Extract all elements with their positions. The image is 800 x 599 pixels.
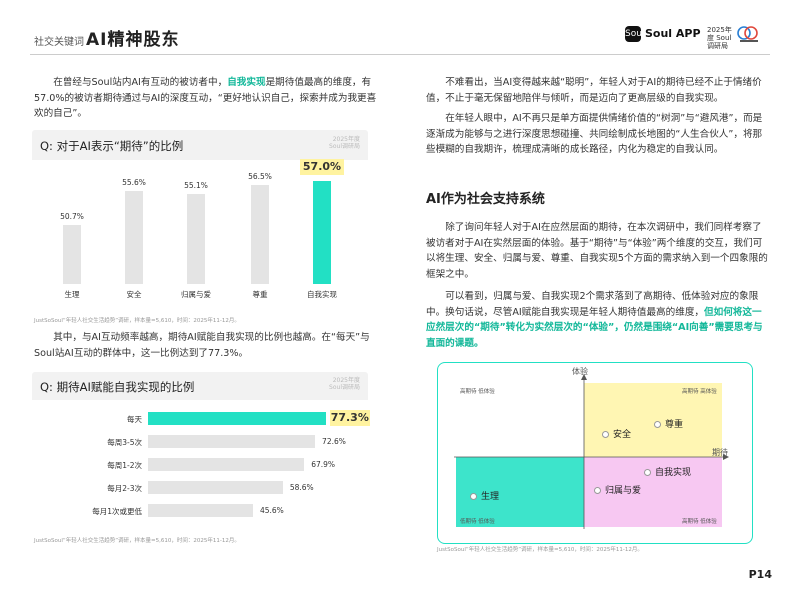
header-section-label: 社交关键词	[34, 37, 84, 48]
chart-self-actualization-watermark: 2025年度 Soul调研局	[329, 377, 360, 391]
chart2-value-callout: 77.3%	[329, 410, 370, 426]
quadrant-label-top-right: 高期待 高体验	[682, 389, 717, 395]
right-paragraph-1: 不难看出，当AI变得越来越“聪明”，年轻人对于AI的期待已经不止于情绪价值，不止…	[426, 77, 762, 104]
chart1-category-label: 尊重	[252, 290, 268, 299]
chart1-bar	[63, 225, 81, 284]
right-paragraph-3: 除了询问年轻人对于AI在应然层面的期待，在本次调研中，我们同样考察了被访者对于A…	[426, 222, 768, 280]
right-paragraph-2: 在年轻人眼中，AI不再只是单方面提供情绪价值的“树洞”与“避风港”，而是逐渐成为…	[426, 113, 763, 155]
point-physiological: 生理	[470, 489, 499, 502]
chart1-category-label: 安全	[126, 290, 142, 299]
chart-expectation-source: JustSoSoul“年轻人社交生活趋势”调研，样本量=5,610，时间：202…	[34, 318, 240, 324]
chart-expectation-title: Q: 对于AI表示“期待”的比例	[40, 139, 184, 153]
page-title: AI精神股东	[86, 30, 180, 50]
chart2-category-label: 每天	[127, 415, 142, 424]
quadrant-label-bottom-right: 高期待 低体验	[682, 519, 717, 525]
matrix-y-axis-label: 体验	[572, 367, 588, 376]
chart-self-actualization-title: Q: 期待AI赋能自我实现的比例	[40, 380, 195, 394]
matrix-x-axis-label: 期待	[712, 448, 728, 457]
chart1-value-label: 55.6%	[122, 177, 146, 187]
section-title: AI作为社会支持系统	[426, 192, 545, 207]
chart2-value-label: 45.6%	[259, 506, 284, 515]
point-esteem-dot	[654, 421, 661, 428]
chart2-category-label: 每周1-2次	[107, 461, 142, 470]
chart2-bar	[148, 481, 283, 494]
chart-expectation-box: Q: 对于AI表示“期待”的比例 2025年度 Soul调研局 50.7% 生理 5…	[32, 130, 368, 312]
point-belonging: 归属与爱	[594, 483, 641, 496]
point-self-actualization: 自我实现	[644, 465, 691, 478]
chart1-bar	[251, 184, 269, 284]
partner-logo: 2025年度 Soul调研局	[707, 26, 732, 50]
chart1-category-label: 生理	[64, 290, 80, 299]
chart1-category-label: 归属与爱	[181, 290, 211, 299]
quadrant-matrix: 体验 期待 高期待 低体验 高期待 高体验 低期待 低体验 高期待 低体验 安全…	[437, 362, 753, 544]
chart1-value-label: 56.5%	[248, 171, 272, 181]
chart-self-actualization-box: Q: 期待AI赋能自我实现的比例 2025年度 Soul调研局 每天 77.3% 每…	[32, 372, 370, 530]
point-esteem: 尊重	[654, 417, 683, 430]
chart1-bar	[313, 181, 331, 284]
point-belonging-dot	[594, 487, 601, 494]
chart2-category-label: 每月2-3次	[107, 484, 142, 493]
chart2-value-label: 58.6%	[289, 483, 314, 492]
page-number: P14	[748, 568, 772, 581]
chart2-value-label: 67.9%	[311, 460, 336, 469]
point-safety-dot	[602, 431, 609, 438]
chart1-value-callout: 57.0%	[300, 159, 344, 175]
left-paragraph-2: 其中，与AI互动频率越高，期待AI赋能自我实现的比例也越高。在“每天”与Soul…	[34, 332, 370, 359]
quadrant-label-top-left: 高期待 低体验	[460, 389, 495, 395]
institute-logo-icon	[737, 26, 758, 42]
chart2-bar	[148, 504, 253, 517]
chart1-bar	[125, 190, 143, 284]
chart2-bar	[148, 435, 315, 448]
chart2-category-label: 每周3-5次	[107, 438, 142, 447]
chart2-bar	[148, 458, 305, 471]
highlight-self-actualization: 自我实现	[227, 77, 266, 88]
point-safety: 安全	[602, 427, 631, 440]
left-paragraph-1: 在曾经与Soul站内AI有互动的被访者中，自我实现是期待值最高的维度，有57.0…	[34, 77, 377, 119]
brand-name: Soul APP	[645, 27, 701, 40]
chart-self-actualization-source: JustSoSoul“年轻人社交生活趋势”调研，样本量=5,610，时间：202…	[34, 538, 240, 544]
right-paragraph-4: 可以看到，归属与爱、自我实现2个需求落到了高期待、低体验对应的象限中。换句话说，…	[426, 291, 763, 349]
matrix-source: JustSoSoul“年轻人社交生活趋势”调研，样本量=5,610，时间：202…	[437, 547, 643, 553]
chart2-value-label: 72.6%	[322, 437, 346, 446]
chart1-value-label: 50.7%	[60, 212, 84, 222]
soul-logo-icon: Soul	[625, 26, 644, 42]
point-self-actualization-dot	[644, 469, 651, 476]
quadrant-label-bottom-left: 低期待 低体验	[460, 519, 495, 525]
chart1-bar	[187, 194, 205, 284]
chart2-category-label: 每月1次或更低	[92, 507, 142, 516]
chart1-category-label: 自我实现	[307, 290, 337, 299]
header-divider	[30, 54, 770, 55]
chart-expectation-watermark: 2025年度 Soul调研局	[329, 136, 360, 150]
chart2-bar	[148, 412, 326, 425]
chart1-value-label: 55.1%	[184, 181, 208, 191]
point-physiological-dot	[470, 493, 477, 500]
